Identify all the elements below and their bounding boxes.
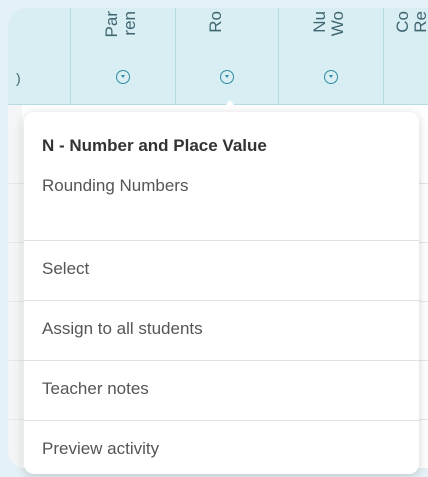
menu-item-label: Assign to all students (42, 319, 203, 338)
popup-title: N - Number and Place Value (42, 136, 267, 155)
chevron-down-icon[interactable] (116, 70, 130, 84)
menu-item-select[interactable]: Select (24, 240, 419, 300)
column-header-label: Nu Wo (310, 11, 347, 37)
column-header-2[interactable]: Ro (176, 8, 279, 104)
column-header-partial: ) (8, 8, 71, 104)
column-header-label: Ro (206, 11, 225, 33)
row-indicator-column (8, 105, 22, 468)
menu-item-preview-activity[interactable]: Preview activity (24, 420, 419, 474)
column-header-label: Co Re (393, 11, 428, 33)
column-header-4[interactable]: Co Re (384, 8, 428, 104)
menu-item-label: Teacher notes (42, 379, 149, 398)
column-header-3[interactable]: Nu Wo (279, 8, 384, 104)
popup-pointer (220, 100, 240, 112)
column-header-label: Par ren (102, 11, 139, 38)
app-background: ) Par ren Ro Nu Wo Co Re N - Number and … (0, 0, 428, 477)
activity-context-menu: N - Number and Place Value Rounding Numb… (24, 112, 419, 474)
menu-item-teacher-notes[interactable]: Teacher notes (24, 360, 419, 420)
popup-subtitle: Rounding Numbers (42, 176, 189, 195)
grid-header-row: ) Par ren Ro Nu Wo Co Re (8, 8, 428, 105)
menu-item-label: Preview activity (42, 439, 160, 458)
menu-item-assign-all[interactable]: Assign to all students (24, 300, 419, 360)
partial-header-text: ) (16, 70, 21, 86)
column-header-1[interactable]: Par ren (71, 8, 176, 104)
chevron-down-icon[interactable] (220, 70, 234, 84)
menu-item-label: Select (42, 259, 90, 278)
chevron-down-icon[interactable] (324, 70, 338, 84)
